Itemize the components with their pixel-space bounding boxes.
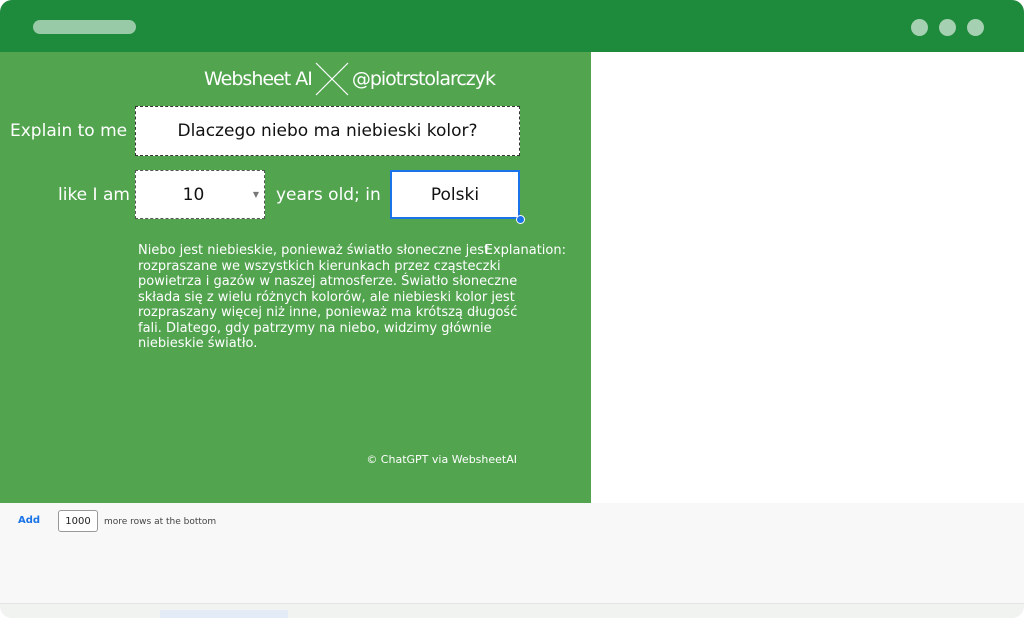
explain-label: Explain to me bbox=[10, 121, 128, 141]
age-select[interactable]: 10 ▼ bbox=[135, 170, 265, 219]
window-control-close[interactable] bbox=[967, 19, 984, 36]
credit-text: © ChatGPT via WebsheetAI bbox=[366, 453, 517, 466]
sheet-tab-bar bbox=[0, 603, 1024, 618]
question-value: Dlaczego niebo ma niebieski kolor? bbox=[177, 121, 478, 141]
selection-fill-handle[interactable] bbox=[516, 215, 525, 224]
rows-count-input[interactable]: 1000 bbox=[58, 510, 98, 532]
years-label: years old; in bbox=[276, 185, 381, 205]
question-input[interactable]: Dlaczego niebo ma niebieski kolor? bbox=[135, 106, 520, 156]
sheet-empty-area[interactable] bbox=[591, 52, 1024, 503]
brand-name: Websheet AI bbox=[204, 68, 313, 90]
chevron-down-icon: ▼ bbox=[252, 190, 259, 199]
language-value: Polski bbox=[430, 184, 480, 205]
sheet-tab[interactable] bbox=[160, 610, 288, 618]
rows-count-value: 1000 bbox=[65, 515, 91, 527]
language-input[interactable]: Polski bbox=[390, 170, 520, 219]
title-bar bbox=[0, 0, 1024, 52]
brand-header: Websheet AI @piotrstolarczyk bbox=[204, 62, 496, 96]
window-control-minimize[interactable] bbox=[911, 19, 928, 36]
brand-handle: @piotrstolarczyk bbox=[351, 68, 496, 90]
browser-window: Websheet AI @piotrstolarczyk Explain to … bbox=[0, 0, 1024, 618]
explanation-text: Niebo jest niebieskie, ponieważ światło … bbox=[138, 243, 518, 351]
age-value: 10 bbox=[182, 184, 205, 205]
like-label: like I am bbox=[58, 185, 130, 205]
add-rows-button[interactable]: Add bbox=[18, 515, 40, 526]
address-bar[interactable] bbox=[33, 20, 136, 34]
x-mark-icon bbox=[315, 62, 349, 96]
window-control-maximize[interactable] bbox=[939, 19, 956, 36]
rows-suffix-label: more rows at the bottom bbox=[104, 517, 217, 527]
